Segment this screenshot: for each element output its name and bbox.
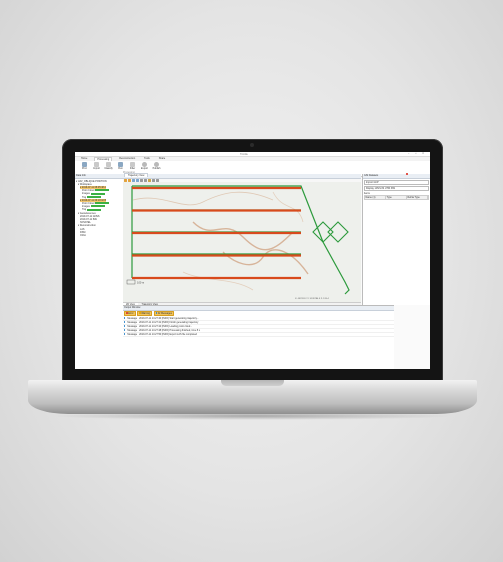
status-bar <box>95 202 110 205</box>
ribbon-import-button[interactable]: Import <box>91 161 102 175</box>
message-row[interactable]: Message 2019-07-11 14:27:50 [INFO] Export… <box>123 333 394 337</box>
message-type: Message <box>127 324 138 328</box>
run-icon <box>118 161 123 167</box>
tab-trajectory-view[interactable]: Trajectory View <box>124 173 149 177</box>
tree-item[interactable]: Ortho <box>76 234 122 237</box>
coordinate-readout: X: 452311.2 Y: 5126784.5 Z: 120.4 <box>295 298 330 300</box>
properties-panel: GIS Datasets Import GCP Display: WGS 84 … <box>362 173 430 305</box>
publish-icon <box>154 161 159 167</box>
message-list: Message 2019-07-11 14:27:40 [INFO] Start … <box>123 317 394 337</box>
filter-icon <box>130 161 135 167</box>
status-bar <box>90 205 105 208</box>
trajectory-svg[interactable]: 100 m X: 452311.2 Y: 5126784.5 Z: 120.4 <box>123 181 361 302</box>
trajectory-map[interactable]: 100 m X: 452311.2 Y: 5126784.5 Z: 120.4 <box>123 181 361 302</box>
laptop-screen: Trimble – □ ✕ Home Processing Reconstruc… <box>75 152 430 369</box>
webcam <box>250 143 254 147</box>
message-type: Message <box>127 316 138 320</box>
info-icon <box>124 333 126 335</box>
ribbon-classify-button[interactable]: Classify <box>103 161 114 175</box>
properties-header: GIS Datasets <box>363 173 430 179</box>
status-bar <box>87 195 102 198</box>
workspace: Data Info ▾ UAV_OBLIQUE POSITION ▾ Worksp… <box>75 173 430 369</box>
process-icon <box>82 161 87 167</box>
info-icon <box>124 325 126 327</box>
message-text: 2019-07-11 14:27:41 [INFO] Finish genera… <box>139 320 199 324</box>
close-panel-icon[interactable] <box>406 173 408 175</box>
dataset-search-input[interactable]: Import GCP <box>364 179 429 185</box>
laptop-lid: Trimble – □ ✕ Home Processing Reconstruc… <box>62 139 443 381</box>
message-text: 2019-07-11 14:27:48 [INFO] Processing fi… <box>139 328 200 332</box>
classify-icon <box>106 161 111 167</box>
lid-opening-notch <box>221 380 284 386</box>
items-table-header: Name (1) Type Ref/ta Type <box>364 194 429 200</box>
export-icon <box>142 161 147 167</box>
status-bar <box>87 208 102 211</box>
info-icon <box>124 317 126 319</box>
maximize-button[interactable]: □ <box>415 152 416 155</box>
status-bar <box>95 189 110 192</box>
coordinate-system-select[interactable]: Display: WGS 84 UTM 33N <box>364 185 429 191</box>
info-icon <box>124 321 126 323</box>
import-icon <box>94 161 99 167</box>
ribbon-publish-button[interactable]: Publish <box>151 161 162 175</box>
col-ref-type[interactable]: Ref/ta Type <box>407 195 428 199</box>
map-panel: Trajectory View 100 m X: 452311.2 Y: 512… <box>123 173 394 369</box>
window-titlebar: Trimble – □ ✕ <box>75 152 430 157</box>
tree-item-label: Ortho <box>80 233 86 237</box>
output-window: Output Window Error Warning 42 Messages … <box>123 305 394 369</box>
filter-warning[interactable]: Warning <box>137 311 153 316</box>
close-button[interactable]: ✕ <box>422 152 424 155</box>
info-icon <box>124 329 126 331</box>
message-type: Message <box>127 332 138 336</box>
message-type: Message <box>127 320 138 324</box>
map-background <box>123 181 361 302</box>
filter-error[interactable]: Error <box>124 311 136 316</box>
laptop-base <box>28 380 477 414</box>
window-title: Trimble <box>240 152 248 156</box>
scale-label: 100 m <box>137 280 144 284</box>
status-bar <box>90 192 105 195</box>
message-text: 2019-07-11 14:27:44 [INFO] Loading point… <box>139 324 193 328</box>
message-text: 2019-07-11 14:27:40 [INFO] Start generat… <box>139 316 199 320</box>
ribbon-process-button[interactable]: Proc <box>79 161 90 175</box>
message-type: Message <box>127 328 138 332</box>
minimize-button[interactable]: – <box>408 152 409 155</box>
project-explorer: Data Info ▾ UAV_OBLIQUE POSITION ▾ Worksp… <box>75 174 124 369</box>
project-tree: ▾ UAV_OBLIQUE POSITION ▾ Workspace ▾ 2019-… <box>75 179 123 239</box>
col-type[interactable]: Type <box>386 195 407 199</box>
col-name[interactable]: Name (1) <box>365 195 386 199</box>
filter-messages[interactable]: 42 Messages <box>153 311 174 316</box>
message-text: 2019-07-11 14:27:50 [INFO] Export LAS fi… <box>139 332 197 336</box>
